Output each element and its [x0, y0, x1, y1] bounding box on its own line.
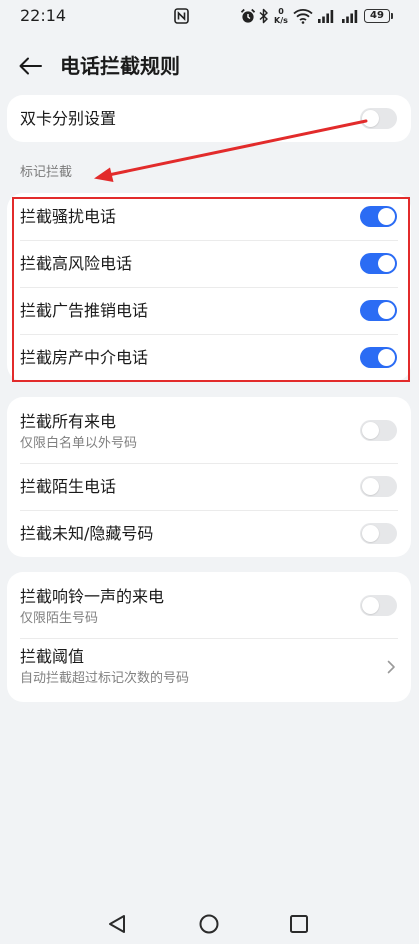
battery-body: 49 — [364, 9, 390, 23]
block-threshold-subtitle: 自动拦截超过标记次数的号码 — [20, 671, 190, 686]
signal-icon — [317, 9, 334, 24]
marked-blocking-card: 拦截骚扰电话 拦截高风险电话 拦截广告推销电话 拦截房产中介电话 — [7, 193, 411, 381]
block-strangers-label: 拦截陌生电话 — [20, 476, 117, 496]
block-all-calls-toggle[interactable] — [360, 419, 397, 441]
other-blocking-card: 拦截响铃一声的来电 仅限陌生号码 拦截阈值 自动拦截超过标记次数的号码 — [7, 572, 411, 702]
block-one-ring-subtitle: 仅限陌生号码 — [20, 611, 99, 626]
block-one-ring-toggle[interactable] — [360, 594, 397, 616]
block-high-risk-label: 拦截高风险电话 — [20, 253, 133, 273]
battery-tip — [390, 13, 393, 19]
signal-icon — [341, 9, 358, 24]
block-real-estate-label: 拦截房产中介电话 — [20, 347, 149, 367]
block-high-risk-row[interactable]: 拦截高风险电话 — [7, 240, 411, 287]
block-ads-row[interactable]: 拦截广告推销电话 — [7, 287, 411, 334]
network-speed: 0 K/s — [271, 7, 291, 25]
block-high-risk-toggle[interactable] — [360, 253, 397, 274]
block-one-ring-label: 拦截响铃一声的来电 — [20, 587, 165, 606]
bluetooth-icon — [259, 8, 268, 24]
dual-sim-row[interactable]: 双卡分别设置 — [7, 95, 411, 142]
battery-icon: 49 — [364, 9, 393, 23]
block-harassment-row[interactable]: 拦截骚扰电话 — [7, 193, 411, 240]
dual-sim-label: 双卡分别设置 — [20, 108, 117, 128]
nfc-icon — [174, 8, 189, 24]
block-strangers-toggle[interactable] — [360, 476, 397, 497]
chevron-right-icon — [387, 660, 396, 674]
battery-level: 49 — [370, 10, 384, 21]
general-blocking-card: 拦截所有来电 仅限白名单以外号码 拦截陌生电话 拦截未知/隐藏号码 — [7, 397, 411, 557]
back-arrow-icon[interactable] — [19, 57, 43, 75]
toggle-knob — [362, 596, 379, 614]
toggle-knob — [378, 208, 395, 225]
toggle-knob — [362, 110, 379, 127]
toggle-knob — [362, 478, 379, 495]
page-title: 电话拦截规则 — [60, 54, 180, 78]
phone-screen: 22:14 0 K/s 49 电话拦截规则 双卡分别设置 标记拦截 拦截骚扰电话… — [0, 0, 419, 944]
block-harassment-label: 拦截骚扰电话 — [20, 206, 117, 226]
dual-sim-toggle[interactable] — [360, 108, 397, 129]
block-threshold-label: 拦截阈值 — [20, 647, 85, 666]
block-unknown-row[interactable]: 拦截未知/隐藏号码 — [7, 510, 411, 557]
block-ads-toggle[interactable] — [360, 300, 397, 321]
block-real-estate-toggle[interactable] — [360, 347, 397, 368]
block-all-calls-row[interactable]: 拦截所有来电 仅限白名单以外号码 — [7, 397, 411, 463]
status-time: 22:14 — [20, 6, 67, 25]
dual-sim-card: 双卡分别设置 — [7, 95, 411, 142]
toggle-knob — [378, 302, 395, 319]
nav-home-icon[interactable] — [199, 914, 219, 934]
block-strangers-row[interactable]: 拦截陌生电话 — [7, 463, 411, 510]
nav-recents-icon[interactable] — [290, 915, 308, 933]
nav-back-icon[interactable] — [108, 914, 126, 934]
toggle-knob — [362, 525, 379, 542]
toggle-knob — [362, 421, 379, 439]
toggle-knob — [378, 349, 395, 366]
block-threshold-row[interactable]: 拦截阈值 自动拦截超过标记次数的号码 — [7, 638, 411, 702]
block-real-estate-row[interactable]: 拦截房产中介电话 — [7, 334, 411, 381]
annotation-arrowhead — [94, 167, 114, 182]
toggle-knob — [378, 255, 395, 272]
header: 电话拦截规则 — [0, 44, 419, 88]
block-all-calls-label: 拦截所有来电 — [20, 412, 117, 431]
alarm-icon — [240, 8, 256, 24]
network-speed-value: 0 — [278, 7, 284, 16]
section-title-marked: 标记拦截 — [20, 165, 73, 180]
block-unknown-toggle[interactable] — [360, 523, 397, 544]
network-speed-unit: K/s — [274, 16, 288, 25]
status-bar: 22:14 0 K/s 49 — [0, 0, 419, 32]
block-harassment-toggle[interactable] — [360, 206, 397, 227]
block-all-calls-subtitle: 仅限白名单以外号码 — [20, 436, 138, 451]
wifi-icon — [293, 8, 313, 24]
block-unknown-label: 拦截未知/隐藏号码 — [20, 523, 154, 543]
block-one-ring-row[interactable]: 拦截响铃一声的来电 仅限陌生号码 — [7, 572, 411, 638]
block-ads-label: 拦截广告推销电话 — [20, 300, 149, 320]
